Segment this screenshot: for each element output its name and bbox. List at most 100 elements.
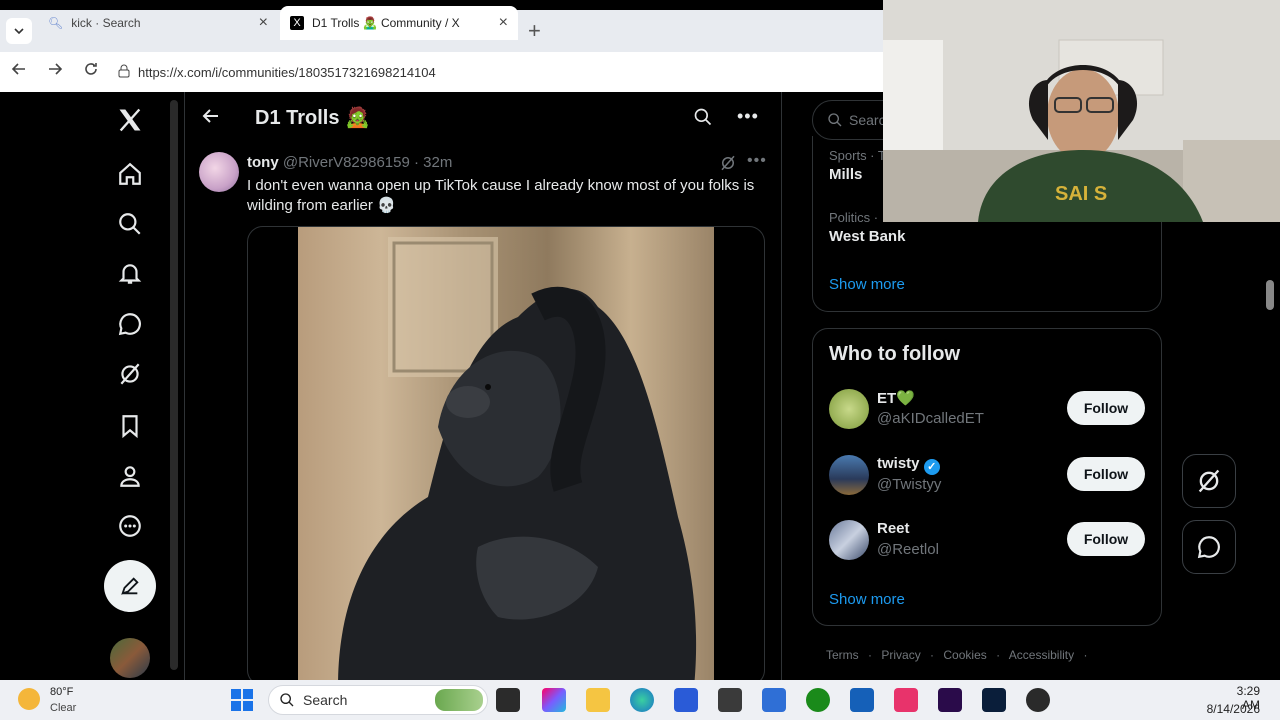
footer-link-accessibility[interactable]: Accessibility: [1009, 648, 1074, 662]
tweet-author-avatar[interactable]: [199, 152, 239, 192]
windows-logo-icon: [231, 689, 253, 711]
scrollbar[interactable]: [170, 100, 178, 670]
follow-suggestion[interactable]: Reet @Reetlol Follow: [829, 520, 1147, 564]
weather-moon-icon[interactable]: [18, 688, 40, 710]
messages-icon: [1197, 536, 1220, 559]
messages-floating-button[interactable]: [1182, 520, 1236, 574]
messages-icon[interactable]: [114, 308, 146, 340]
back-arrow-icon: [11, 63, 25, 75]
show-more-link[interactable]: Show more: [829, 276, 905, 293]
obs-icon[interactable]: [1026, 688, 1050, 712]
avatar[interactable]: [829, 389, 869, 429]
follow-button[interactable]: Follow: [1067, 522, 1145, 556]
url-field[interactable]: https://x.com/i/communities/180351732169…: [112, 58, 883, 86]
tab-d1-trolls[interactable]: X D1 Trolls 🧟‍♂️ Community / X ×: [280, 6, 518, 40]
tweet-meta: tony @RiverV82986159 · 32m: [247, 154, 452, 171]
close-icon[interactable]: ×: [259, 14, 268, 32]
compose-post-button[interactable]: [104, 560, 156, 612]
xbox-icon[interactable]: [806, 688, 830, 712]
lock-icon: [118, 64, 130, 81]
grok-icon[interactable]: [719, 154, 737, 177]
grok-icon[interactable]: [114, 358, 146, 390]
creative-cloud-icon[interactable]: [894, 688, 918, 712]
account-avatar[interactable]: [110, 638, 150, 678]
tweet-author-handle[interactable]: @RiverV82986159: [283, 154, 410, 171]
avatar[interactable]: [829, 520, 869, 560]
back-arrow-button[interactable]: [201, 106, 221, 131]
outlook-icon[interactable]: [850, 688, 874, 712]
follow-button[interactable]: Follow: [1067, 391, 1145, 425]
suggestion-name[interactable]: Reet: [877, 520, 910, 537]
microsoft-store-icon[interactable]: [674, 688, 698, 712]
start-button[interactable]: [230, 688, 254, 717]
footer-separator: ·: [1083, 648, 1088, 662]
photoshop-icon[interactable]: [982, 688, 1006, 712]
footer-link-terms[interactable]: Terms: [826, 648, 859, 662]
reload-icon: [85, 63, 97, 75]
show-more-link[interactable]: Show more: [829, 591, 905, 608]
trend-item[interactable]: Mills: [829, 166, 862, 183]
chevron-down-icon: [14, 28, 24, 35]
taskbar-search-label: Search: [303, 692, 348, 708]
tweet-time[interactable]: · 32m: [414, 154, 452, 171]
follow-button[interactable]: Follow: [1067, 457, 1145, 491]
tweet-more-icon[interactable]: •••: [747, 152, 767, 170]
task-view-icon[interactable]: [496, 688, 520, 712]
taskbar-search[interactable]: Search: [268, 685, 488, 715]
explore-search-icon[interactable]: [114, 208, 146, 240]
webcam-overlay: SAI S: [883, 0, 1280, 222]
premiere-pro-icon[interactable]: [938, 688, 962, 712]
tweet-media[interactable]: [247, 226, 765, 680]
webcam-feed-image: SAI S: [883, 0, 1280, 222]
app-icon[interactable]: [762, 688, 786, 712]
page-scrollbar[interactable]: [1266, 280, 1274, 310]
suggestion-name[interactable]: twisty ✓: [877, 455, 940, 475]
suggestion-handle: @aKIDcalledET: [877, 410, 984, 427]
back-arrow-icon: [202, 109, 218, 123]
reload-button[interactable]: [82, 60, 100, 83]
grok-icon: [1198, 469, 1220, 493]
tab-list-button[interactable]: [6, 18, 32, 44]
footer-link-privacy[interactable]: Privacy: [881, 648, 920, 662]
more-horizontal-icon[interactable]: •••: [737, 106, 759, 127]
trend-item[interactable]: West Bank: [829, 228, 905, 245]
trend-category: Politics ·: [829, 210, 879, 225]
who-to-follow-title: Who to follow: [829, 343, 961, 365]
avatar[interactable]: [829, 455, 869, 495]
home-icon[interactable]: [114, 158, 146, 190]
app-icon[interactable]: [718, 688, 742, 712]
forward-button[interactable]: [46, 60, 64, 83]
clock-date[interactable]: 8/14/2026: [1196, 702, 1260, 716]
profile-icon[interactable]: [114, 460, 146, 492]
notifications-bell-icon[interactable]: [114, 258, 146, 290]
search-icon[interactable]: [693, 107, 713, 132]
follow-suggestion[interactable]: twisty ✓ @Twistyy Follow: [829, 455, 1147, 499]
grok-floating-button[interactable]: [1182, 454, 1236, 508]
gorilla-image: [298, 227, 714, 680]
edge-browser-icon[interactable]: [630, 688, 654, 712]
suggestion-name[interactable]: ET💚: [877, 389, 915, 407]
x-logo-icon[interactable]: [114, 104, 146, 136]
file-explorer-icon[interactable]: [586, 688, 610, 712]
new-tab-button[interactable]: +: [528, 18, 541, 44]
forward-arrow-icon: [49, 63, 63, 75]
bookmarks-icon[interactable]: [114, 410, 146, 442]
who-to-follow-panel: Who to follow ET💚 @aKIDcalledET Follow t…: [812, 328, 1162, 626]
tab-kick-search[interactable]: 🔍︎ kick · Search ×: [38, 6, 278, 40]
copilot-icon[interactable]: [542, 688, 566, 712]
footer-link-cookies[interactable]: Cookies: [943, 648, 986, 662]
suggestion-handle: @Reetlol: [877, 541, 939, 558]
back-button[interactable]: [10, 60, 28, 83]
tweet-text: I don't even wanna open up TikTok cause …: [247, 177, 755, 214]
tweet-author-name[interactable]: tony: [247, 154, 279, 171]
suggestion-name-text: twisty: [877, 455, 920, 472]
windows-taskbar: 80°F Clear Search 3:29 AM 8/14/2026: [0, 680, 1280, 720]
suggestion-handle: @Twistyy: [877, 476, 942, 493]
tab-label: D1 Trolls 🧟‍♂️ Community / X: [312, 16, 460, 30]
page-title: D1 Trolls 🧟: [255, 107, 370, 129]
search-icon: [280, 693, 294, 707]
close-icon[interactable]: ×: [499, 14, 508, 32]
trend-category: Sports · T: [829, 148, 886, 163]
more-options-icon[interactable]: [114, 510, 146, 542]
follow-suggestion[interactable]: ET💚 @aKIDcalledET Follow: [829, 389, 1147, 433]
